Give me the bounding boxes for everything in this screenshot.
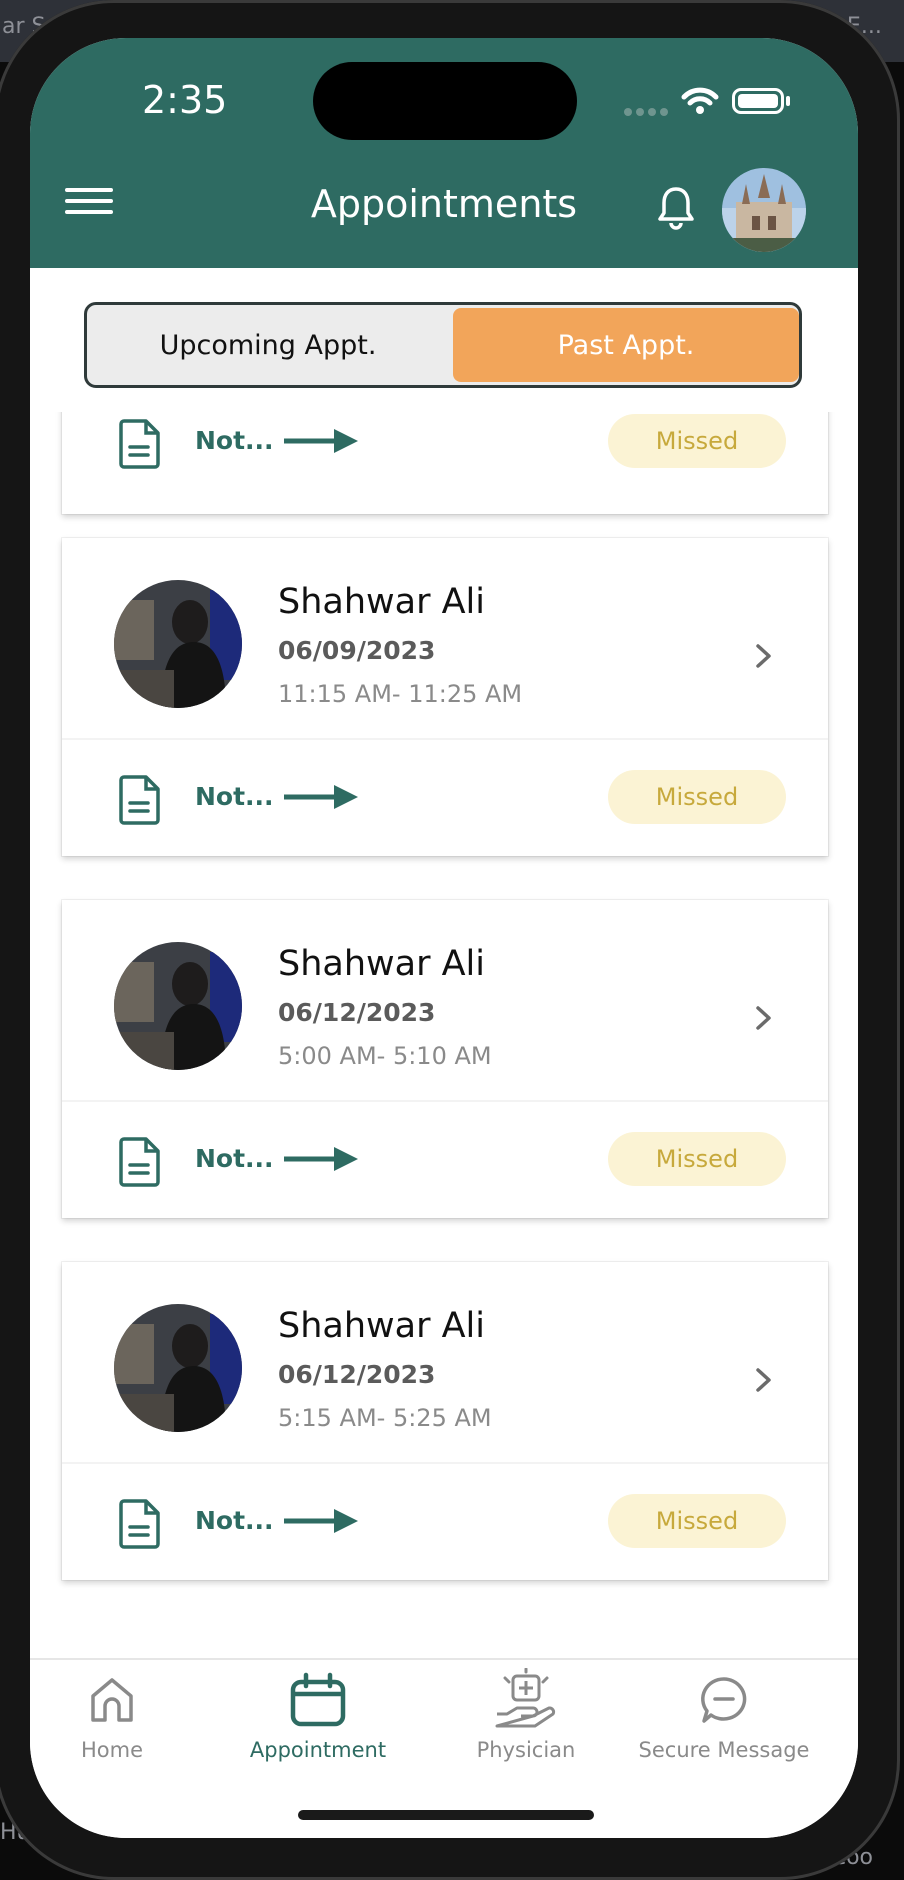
appointment-card-footer: Not... Missed xyxy=(62,1462,828,1580)
app-header: 2:35 Appointments xyxy=(30,38,858,268)
physician-icon xyxy=(495,1668,556,1728)
tab-past-appointments[interactable]: Past Appt. xyxy=(453,308,799,382)
appointment-time: 5:15 AM- 5:25 AM xyxy=(278,1404,492,1432)
physician-avatar xyxy=(114,580,242,708)
battery-icon xyxy=(732,88,784,114)
status-badge: Missed xyxy=(608,1132,786,1186)
appointment-time: 5:00 AM- 5:10 AM xyxy=(278,1042,492,1070)
appointment-time: 11:15 AM- 11:25 AM xyxy=(278,680,523,708)
document-icon xyxy=(119,419,160,469)
arrow-right-icon[interactable] xyxy=(282,1144,360,1174)
arrow-right-icon[interactable] xyxy=(282,1506,360,1536)
notes-label: Not... xyxy=(195,426,274,455)
tab-label: Home xyxy=(80,1738,143,1762)
physician-name: Shahwar Ali xyxy=(278,1306,486,1346)
chevron-right-icon[interactable] xyxy=(754,1004,774,1032)
message-icon xyxy=(701,1677,747,1723)
profile-avatar[interactable] xyxy=(722,168,806,252)
calendar-icon xyxy=(290,1672,346,1727)
document-icon xyxy=(119,1499,160,1549)
physician-name: Shahwar Ali xyxy=(278,944,486,984)
status-time: 2:35 xyxy=(142,78,228,122)
tab-secure-message[interactable]: Secure Message xyxy=(614,1668,834,1778)
tab-label: Appointment xyxy=(249,1738,387,1762)
dynamic-island xyxy=(313,62,577,140)
appointment-card-footer: Not... Missed xyxy=(62,738,828,856)
phone-screen: 2:35 Appointments Upcoming Appt. Past Ap… xyxy=(30,38,858,1838)
notification-bell-icon[interactable] xyxy=(656,185,696,231)
battery-tip xyxy=(786,96,790,106)
wifi-icon xyxy=(681,87,719,114)
appointment-card[interactable]: Shahwar Ali 06/12/2023 5:15 AM- 5:25 AM … xyxy=(62,1262,828,1580)
appointment-card[interactable]: Shahwar Ali 06/12/2023 5:00 AM- 5:10 AM … xyxy=(62,900,828,1218)
home-indicator[interactable] xyxy=(298,1810,594,1820)
appointment-card-footer: Not... Missed xyxy=(62,1100,828,1218)
appointment-date: 06/09/2023 xyxy=(278,636,436,665)
appointment-date: 06/12/2023 xyxy=(278,1360,436,1389)
chevron-right-icon[interactable] xyxy=(754,642,774,670)
notes-label: Not... xyxy=(195,782,274,811)
appointment-card-footer: Not... Missed xyxy=(62,412,828,500)
tab-appointment[interactable]: Appointment xyxy=(218,1668,418,1778)
appointment-card[interactable]: Shahwar Ali 06/09/2023 11:15 AM- 11:25 A… xyxy=(62,538,828,856)
appointment-card-header: Shahwar Ali 06/12/2023 5:00 AM- 5:10 AM xyxy=(62,900,828,1102)
appointment-card-header: Shahwar Ali 06/09/2023 11:15 AM- 11:25 A… xyxy=(62,538,828,740)
notes-label: Not... xyxy=(195,1144,274,1173)
home-icon xyxy=(91,1678,133,1722)
tab-label: Physician xyxy=(476,1738,576,1762)
status-badge: Missed xyxy=(608,1494,786,1548)
tab-upcoming-appointments[interactable]: Upcoming Appt. xyxy=(87,305,449,385)
physician-avatar xyxy=(114,942,242,1070)
status-badge: Missed xyxy=(608,414,786,468)
tab-label: Secure Message xyxy=(638,1738,810,1762)
chevron-right-icon[interactable] xyxy=(754,1366,774,1394)
appointment-card-header: Shahwar Ali 06/12/2023 5:15 AM- 5:25 AM xyxy=(62,1262,828,1464)
appointment-list[interactable]: Not... Missed Shahwar Ali 06/09/2023 11:… xyxy=(30,412,858,1698)
status-badge: Missed xyxy=(608,770,786,824)
tab-home[interactable]: Home xyxy=(30,1668,212,1778)
appointment-card[interactable]: Not... Missed xyxy=(62,412,828,514)
document-icon xyxy=(119,775,160,825)
cellular-signal-icon xyxy=(624,108,668,116)
tab-physician[interactable]: Physician xyxy=(426,1668,626,1778)
document-icon xyxy=(119,1137,160,1187)
appointment-segmented-control: Upcoming Appt. Past Appt. xyxy=(84,302,802,388)
appointment-date: 06/12/2023 xyxy=(278,998,436,1027)
arrow-right-icon[interactable] xyxy=(282,782,360,812)
notes-label: Not... xyxy=(195,1506,274,1535)
arrow-right-icon[interactable] xyxy=(282,426,360,456)
physician-avatar xyxy=(114,1304,242,1432)
physician-name: Shahwar Ali xyxy=(278,582,486,622)
